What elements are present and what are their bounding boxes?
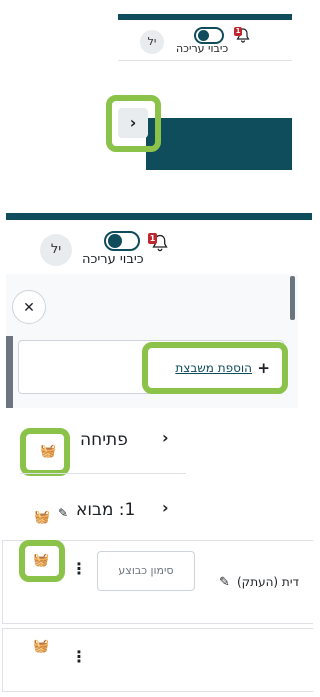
header-accent-bar bbox=[118, 14, 292, 20]
basket-icon[interactable]: 🧺 bbox=[33, 639, 49, 654]
basket-icon[interactable]: 🧺 bbox=[34, 510, 50, 525]
course-section-1[interactable]: 🧺 פתיחה › bbox=[0, 416, 186, 476]
avatar-2[interactable]: יל bbox=[40, 234, 72, 266]
section-title-2: 1: מבוא bbox=[76, 500, 136, 520]
add-block-link[interactable]: + הוספת משבצת bbox=[156, 359, 270, 378]
drawer-scrollbar-left bbox=[6, 336, 13, 408]
activity-title: דית (העתק) bbox=[237, 575, 300, 589]
drawer-scrollbar[interactable] bbox=[290, 276, 295, 320]
edit-mode-label-2: כיבוי עריכה bbox=[82, 252, 144, 267]
activity-card-1: 🧺 ⋮ סימון כבוצע ✎ דית (העתק) bbox=[2, 540, 313, 624]
pencil-icon[interactable]: ✎ bbox=[219, 575, 230, 590]
pencil-icon[interactable]: ✎ bbox=[58, 506, 68, 520]
chevron-right-icon: › bbox=[129, 113, 137, 132]
close-icon: ✕ bbox=[23, 300, 35, 316]
section-title-1: פתיחה bbox=[80, 430, 128, 450]
kebab-menu-icon[interactable]: ⋮ bbox=[71, 649, 87, 665]
header-divider bbox=[118, 60, 292, 61]
chevron-right-icon[interactable]: › bbox=[162, 428, 169, 447]
drawer-toggle-button[interactable]: › bbox=[118, 108, 148, 138]
header-toolbar-bottom: יל כיבוי עריכה 1 bbox=[30, 228, 190, 272]
header-toolbar-top: יל כיבוי עריכה 1 bbox=[130, 26, 292, 60]
chevron-right-icon[interactable]: › bbox=[162, 498, 169, 517]
header-accent-bar-2 bbox=[6, 213, 312, 220]
activity-card-2: 🧺 ⋮ bbox=[2, 628, 313, 692]
close-drawer-button[interactable]: ✕ bbox=[12, 290, 46, 324]
mark-complete-button[interactable]: סימון כבוצע bbox=[97, 551, 195, 591]
course-section-2[interactable]: 🧺 ✎ 1: מבוא › bbox=[0, 496, 186, 536]
plus-icon: + bbox=[257, 359, 270, 377]
basket-icon[interactable]: 🧺 bbox=[40, 444, 56, 459]
edit-mode-toggle-2[interactable] bbox=[104, 231, 140, 251]
notification-badge-2: 1 bbox=[148, 233, 157, 244]
page-banner bbox=[146, 118, 292, 170]
add-block-label: הוספת משבצת bbox=[175, 361, 252, 375]
edit-mode-label: כיבוי עריכה bbox=[176, 42, 229, 55]
block-drawer: ✕ + הוספת משבצת bbox=[6, 274, 298, 408]
notification-badge: 1 bbox=[234, 27, 242, 36]
basket-icon[interactable]: 🧺 bbox=[33, 553, 49, 568]
kebab-menu-icon[interactable]: ⋮ bbox=[71, 561, 87, 577]
avatar[interactable]: יל bbox=[140, 30, 164, 54]
